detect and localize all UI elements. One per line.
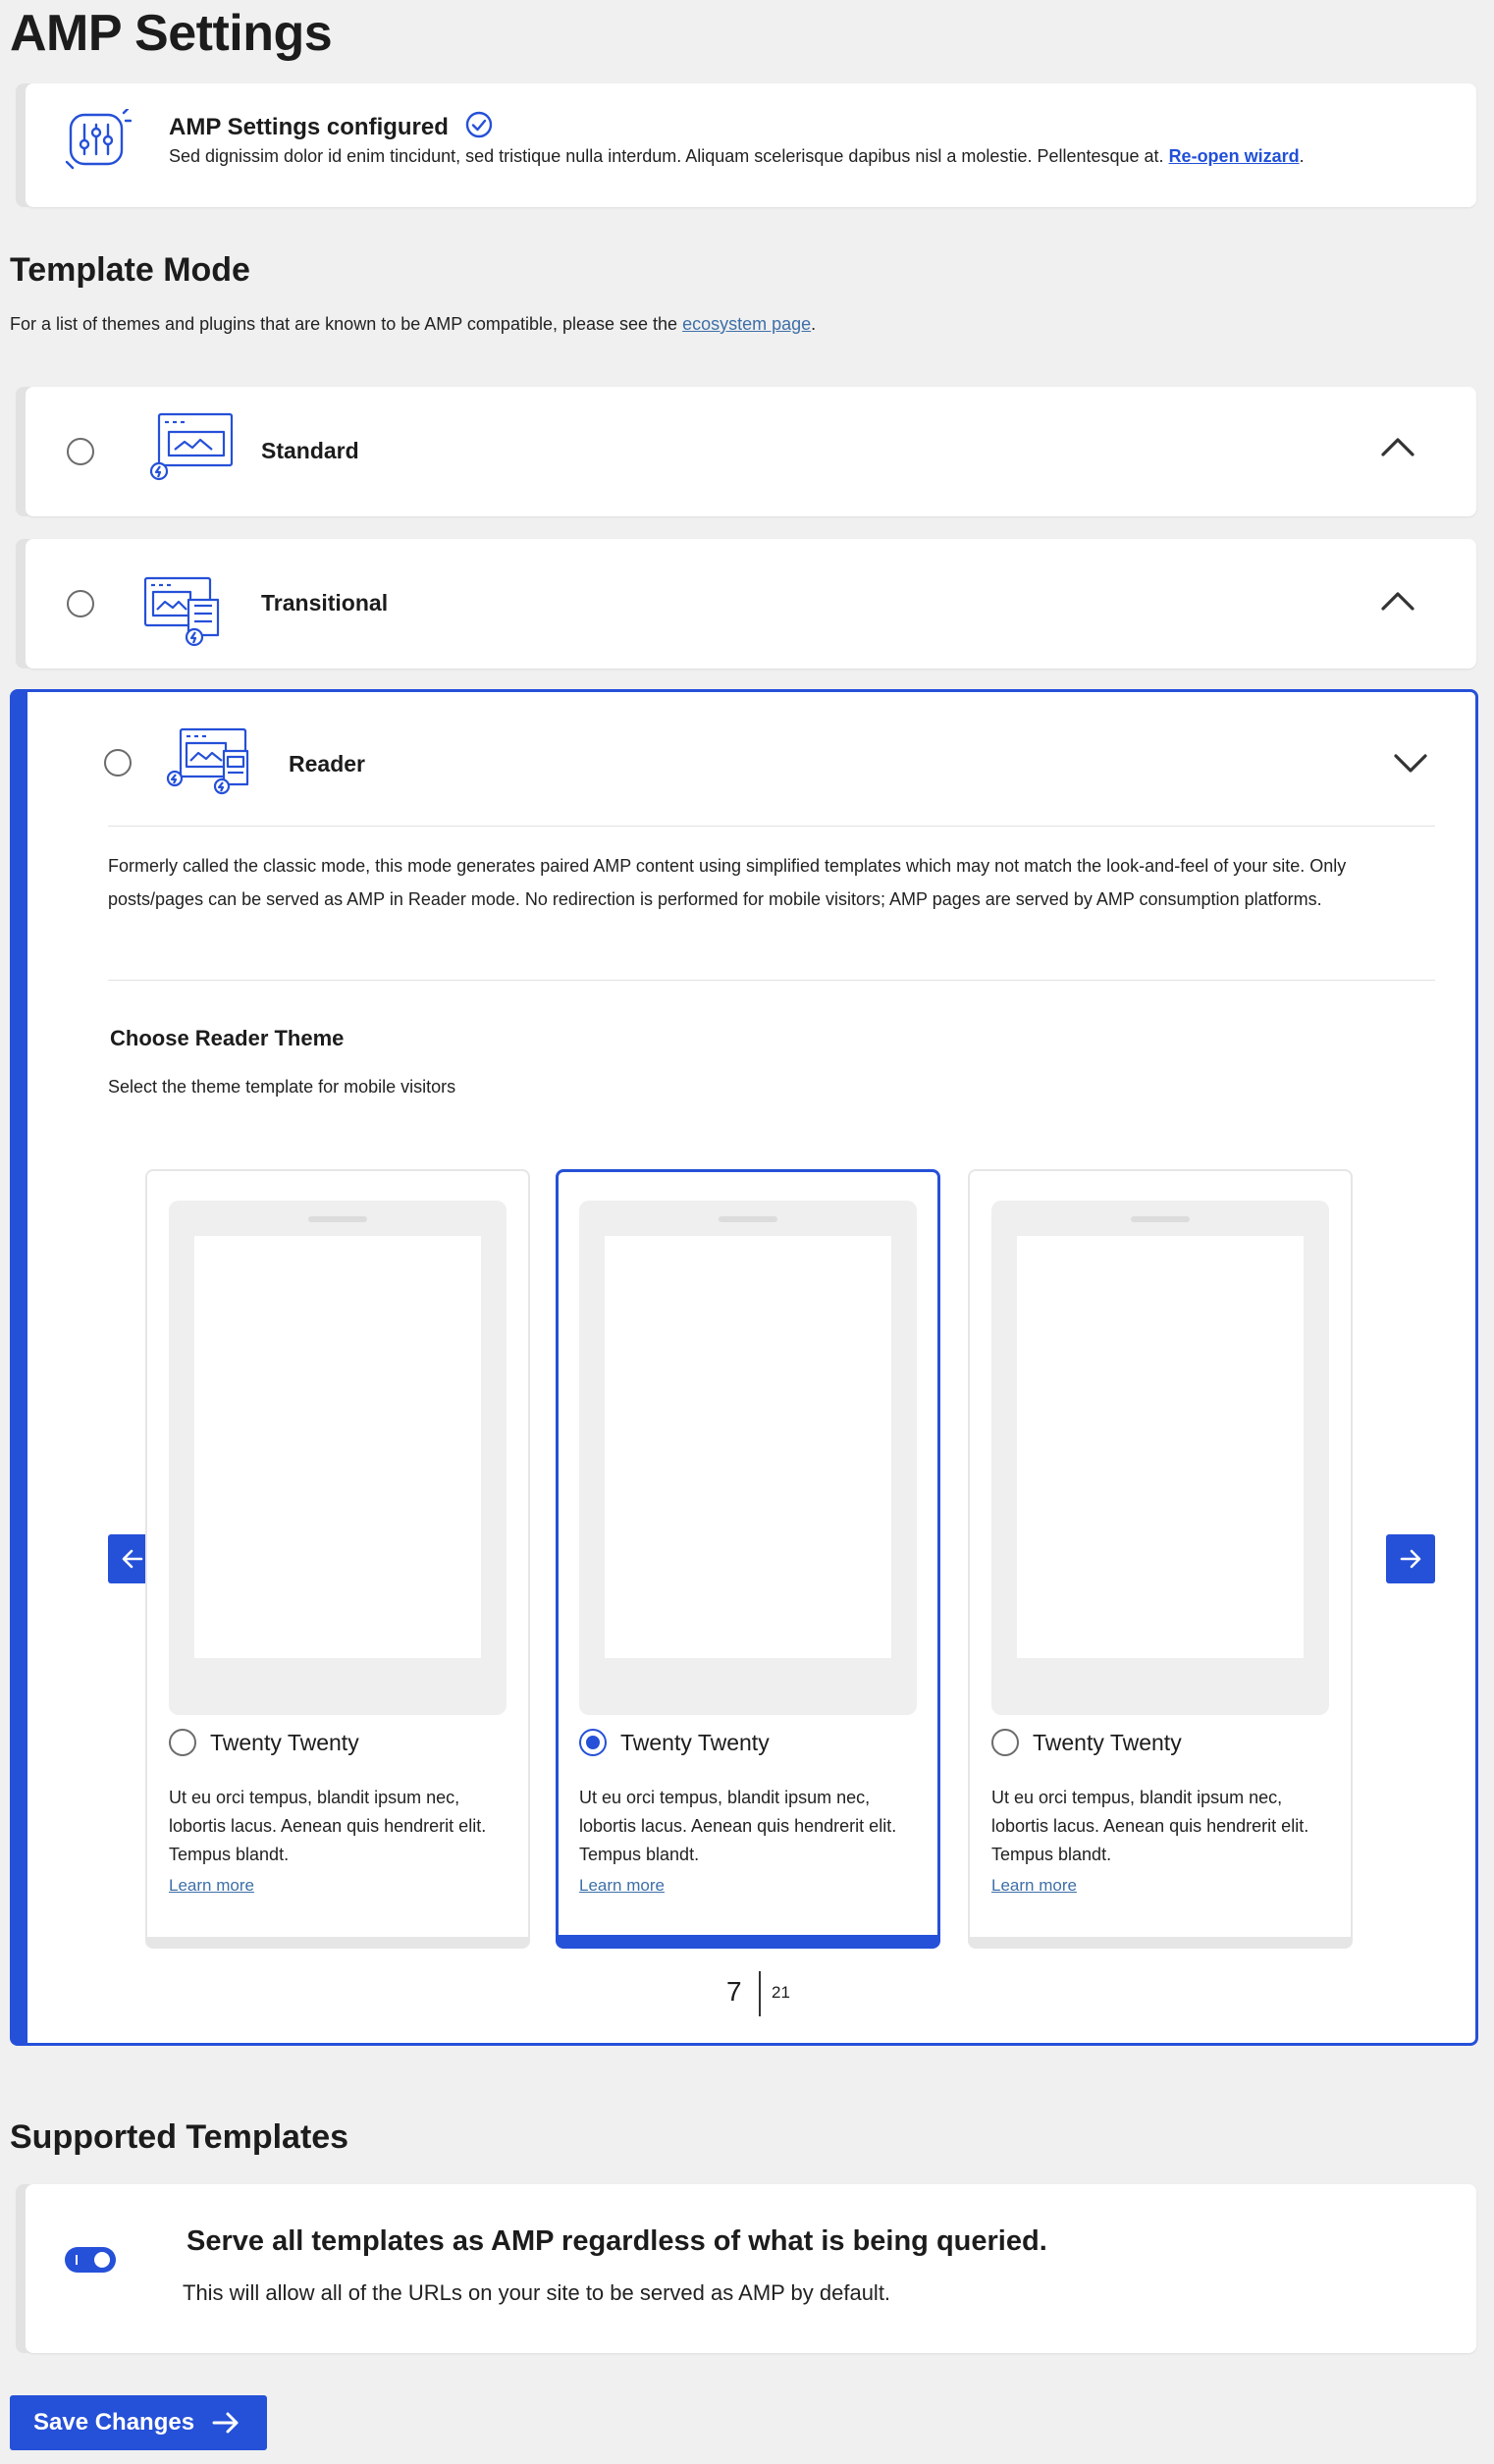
arrow-right-icon (212, 2411, 240, 2435)
settings-sliders-icon (63, 107, 133, 179)
transitional-mode-icon (141, 574, 224, 652)
mode-option-reader[interactable]: Reader Formerly called the classic mode,… (10, 689, 1478, 2046)
theme-name: Twenty Twenty (1033, 1730, 1182, 1755)
theme-preview (169, 1201, 507, 1715)
theme-name: Twenty Twenty (210, 1730, 359, 1755)
mode-option-standard[interactable]: Standard (26, 387, 1476, 516)
theme-description: Ut eu orci tempus, blandit ipsum nec, lo… (579, 1788, 897, 1864)
chevron-up-icon[interactable] (1380, 590, 1415, 616)
learn-more-link[interactable]: Learn more (579, 1876, 665, 1896)
template-mode-intro: For a list of themes and plugins that ar… (10, 314, 816, 335)
transitional-label: Transitional (261, 590, 389, 616)
reader-mode-icon (165, 725, 253, 801)
reader-label: Reader (289, 751, 365, 777)
divider (108, 980, 1435, 981)
chevron-down-icon[interactable] (1393, 753, 1428, 779)
ecosystem-page-link[interactable]: ecosystem page (682, 314, 811, 334)
wizard-title-text: AMP Settings configured (169, 114, 449, 140)
standard-mode-icon (147, 410, 236, 488)
standard-label: Standard (261, 438, 359, 463)
mode-option-transitional[interactable]: Transitional (26, 539, 1476, 669)
serve-all-templates-title: Serve all templates as AMP regardless of… (187, 2225, 1047, 2257)
standard-radio[interactable] (67, 438, 94, 465)
theme-description: Ut eu orci tempus, blandit ipsum nec, lo… (169, 1788, 487, 1864)
reader-description: Formerly called the classic mode, this m… (108, 856, 1347, 909)
serve-all-templates-description: This will allow all of the URLs on your … (183, 2280, 891, 2305)
toggle-knob (94, 2252, 110, 2268)
chevron-up-icon[interactable] (1380, 436, 1415, 462)
arrow-left-icon (122, 1548, 143, 1575)
theme-radio[interactable] (169, 1729, 196, 1756)
theme-description: Ut eu orci tempus, blandit ipsum nec, lo… (991, 1788, 1309, 1864)
device-speaker (308, 1216, 367, 1222)
device-screen (605, 1236, 891, 1658)
theme-radio[interactable] (991, 1729, 1019, 1756)
theme-name: Twenty Twenty (620, 1730, 770, 1755)
page-title: AMP Settings (10, 5, 333, 62)
wizard-status-card: AMP Settings configured Sed dignissim do… (26, 83, 1476, 207)
learn-more-link[interactable]: Learn more (991, 1876, 1077, 1896)
pagination-total: 21 (772, 1983, 790, 2002)
check-circle-icon (465, 111, 493, 145)
intro-period: . (811, 314, 817, 334)
theme-preview (991, 1201, 1329, 1715)
device-screen (194, 1236, 481, 1658)
serve-all-templates-toggle[interactable] (65, 2247, 116, 2273)
arrow-right-icon (1400, 1548, 1421, 1575)
transitional-radio[interactable] (67, 590, 94, 617)
toggle-on-mark (76, 2255, 78, 2265)
device-screen (1017, 1236, 1304, 1658)
reader-radio[interactable] (104, 749, 132, 777)
carousel-next-button[interactable] (1386, 1534, 1435, 1583)
save-changes-button[interactable]: Save Changes (10, 2395, 267, 2450)
choose-reader-theme-subtitle: Select the theme template for mobile vis… (108, 1077, 456, 1097)
theme-preview (579, 1201, 917, 1715)
wizard-description: Sed dignissim dolor id enim tincidunt, s… (169, 146, 1305, 167)
device-speaker (1131, 1216, 1190, 1222)
wizard-title: AMP Settings configured (169, 111, 493, 145)
reopen-wizard-link[interactable]: Re-open wizard (1169, 146, 1300, 166)
divider (108, 826, 1435, 827)
device-speaker (719, 1216, 777, 1222)
pagination-current: 7 (726, 1976, 742, 2007)
theme-radio[interactable] (579, 1729, 607, 1756)
choose-reader-theme-title: Choose Reader Theme (110, 1026, 345, 1050)
supported-templates-heading: Supported Templates (10, 2118, 349, 2156)
theme-card[interactable]: Twenty Twenty Ut eu orci tempus, blandit… (145, 1169, 530, 1949)
wizard-description-text: Sed dignissim dolor id enim tincidunt, s… (169, 146, 1164, 166)
learn-more-link[interactable]: Learn more (169, 1876, 254, 1896)
template-mode-heading: Template Mode (10, 251, 250, 289)
template-mode-intro-text: For a list of themes and plugins that ar… (10, 314, 678, 334)
pagination-divider (759, 1971, 761, 2016)
save-changes-label: Save Changes (33, 2409, 195, 2436)
theme-card-selected[interactable]: Twenty Twenty Ut eu orci tempus, blandit… (556, 1169, 940, 1949)
supported-templates-card: Serve all templates as AMP regardless of… (26, 2184, 1476, 2353)
theme-card[interactable]: Twenty Twenty Ut eu orci tempus, blandit… (968, 1169, 1353, 1949)
wizard-period: . (1299, 146, 1305, 166)
